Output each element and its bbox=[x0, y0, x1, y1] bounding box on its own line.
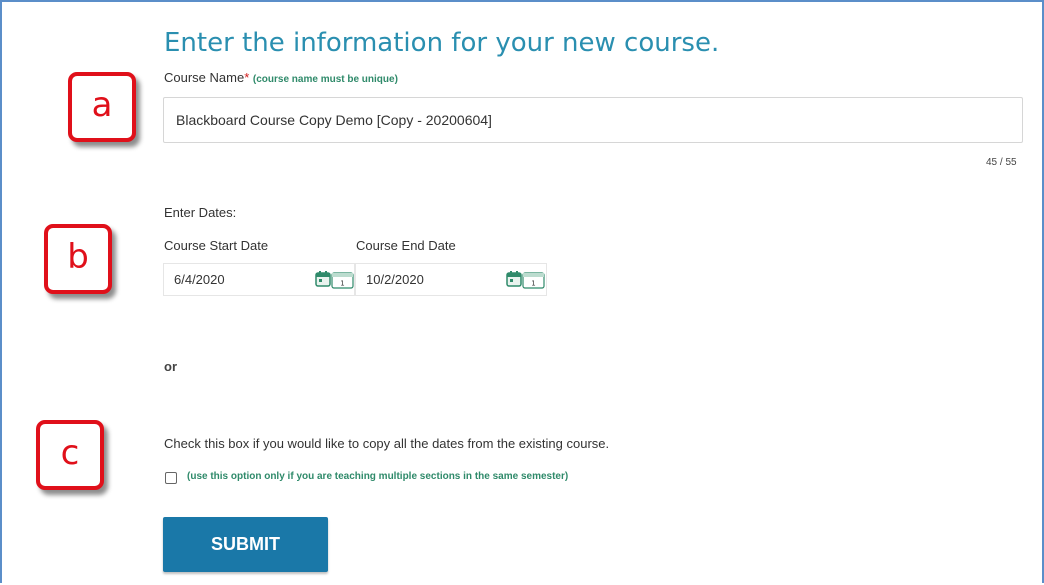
svg-text:1: 1 bbox=[531, 280, 535, 288]
submit-button[interactable]: SUBMIT bbox=[163, 517, 328, 572]
start-date-value: 6/4/2020 bbox=[174, 272, 225, 287]
callout-c: c bbox=[36, 420, 104, 490]
svg-text:1: 1 bbox=[340, 280, 344, 288]
course-name-label-row: Course Name* (course name must be unique… bbox=[164, 70, 398, 85]
required-marker: * bbox=[244, 70, 250, 85]
end-date-calendar-icon[interactable]: 1 bbox=[506, 270, 546, 290]
copy-dates-hint: (use this option only if you are teachin… bbox=[187, 471, 569, 482]
page-title: Enter the information for your new cours… bbox=[164, 28, 720, 58]
character-counter: 45 / 55 bbox=[986, 157, 1017, 168]
enter-dates-heading: Enter Dates: bbox=[164, 205, 237, 220]
callout-a: a bbox=[68, 72, 136, 142]
end-date-value: 10/2/2020 bbox=[366, 272, 424, 287]
course-name-hint: (course name must be unique) bbox=[252, 74, 398, 85]
copy-dates-text: Check this box if you would like to copy… bbox=[164, 436, 610, 451]
start-date-calendar-icon[interactable]: 1 bbox=[315, 270, 355, 290]
course-name-input[interactable]: Blackboard Course Copy Demo [Copy - 2020… bbox=[163, 97, 1023, 143]
start-date-label: Course Start Date bbox=[164, 238, 269, 253]
or-separator: or bbox=[164, 359, 177, 374]
callout-b: b bbox=[44, 224, 112, 294]
copy-dates-checkbox[interactable] bbox=[165, 472, 177, 484]
end-date-label: Course End Date bbox=[356, 238, 456, 253]
course-name-label: Course Name bbox=[164, 70, 245, 85]
